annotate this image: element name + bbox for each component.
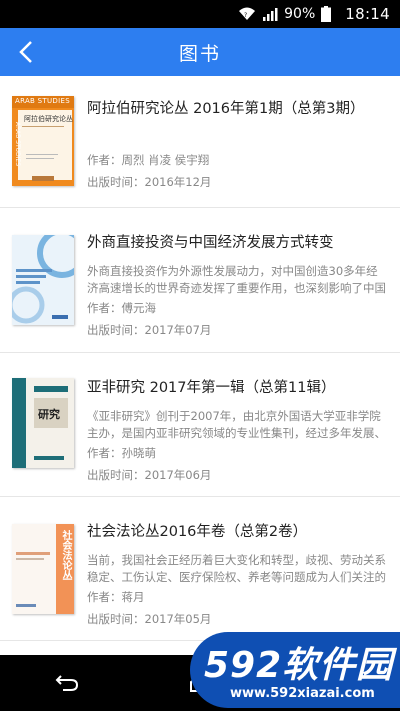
book-description: 外商直接投资作为外源性发展动力，对中国创造30多年经济高速增长的世界奇迹发挥了重… xyxy=(87,264,386,295)
back-button[interactable] xyxy=(10,36,42,68)
clock: 18:14 xyxy=(345,5,390,23)
status-bar: ? 90% 18:14 xyxy=(0,0,400,28)
book-publish-time: 出版时间：2016年12月 xyxy=(87,175,212,189)
book-author: 作者：孙晓萌 xyxy=(87,446,156,460)
signal-icon xyxy=(262,7,278,21)
cover-art: 研究 xyxy=(12,378,74,468)
cover-title: 社会法论丛 xyxy=(60,530,71,580)
back-arrow-icon xyxy=(55,675,78,691)
book-description: 当前，我国社会正经历着巨大变化和转型，歧视、劳动关系稳定、工伤认定、医疗保险权、… xyxy=(87,553,386,584)
book-cover xyxy=(12,235,74,325)
back-nav-button[interactable] xyxy=(37,663,97,703)
list-item[interactable]: ARAB STUDIES 阿拉伯研究论丛 ARAB STUDIES 阿拉伯研究论… xyxy=(0,76,400,208)
book-cover: 研究 xyxy=(12,378,74,468)
svg-text:研究: 研究 xyxy=(38,407,60,421)
wifi-icon: ? xyxy=(238,7,256,21)
list-item[interactable]: 社会法论丛 社会法论丛2016年卷（总第2卷） 当前，我国社会正经历着巨大变化和… xyxy=(0,498,400,641)
cover-top-text: ARAB STUDIES xyxy=(15,97,70,105)
battery-icon xyxy=(321,6,332,22)
chevron-left-icon xyxy=(19,41,32,63)
battery-percent: 90% xyxy=(284,6,316,22)
book-publish-time: 出版时间：2017年06月 xyxy=(87,468,212,482)
cover-side-text: ARAB STUDIES xyxy=(14,122,21,167)
watermark-url: www.592xiazai.com xyxy=(230,686,375,701)
cover-title: 阿拉伯研究论丛 xyxy=(24,115,73,123)
book-title: 社会法论丛2016年卷（总第2卷） xyxy=(87,524,308,540)
book-title: 外商直接投资与中国经济发展方式转变 xyxy=(87,235,334,251)
book-author: 作者：傅元海 xyxy=(87,301,156,315)
book-author: 作者：周烈 肖凌 侯宇翔 xyxy=(87,153,210,167)
book-cover: 社会法论丛 xyxy=(12,524,74,614)
list-item[interactable]: 研究 亚非研究 2017年第一辑（总第11辑） 《亚非研究》创刊于2007年，由… xyxy=(0,354,400,497)
book-description: 《亚非研究》创刊于2007年，由北京外国语大学亚非学院主办，是国内亚非研究领域的… xyxy=(87,409,386,440)
book-title: 亚非研究 2017年第一辑（总第11辑） xyxy=(87,380,336,396)
app-header: 图书 xyxy=(0,28,400,76)
book-author: 作者：蒋月 xyxy=(87,590,145,604)
watermark-logo: 592软件园 www.592xiazai.com xyxy=(190,632,400,708)
book-list[interactable]: ARAB STUDIES 阿拉伯研究论丛 ARAB STUDIES 阿拉伯研究论… xyxy=(0,76,400,654)
book-publish-time: 出版时间：2017年05月 xyxy=(87,612,212,626)
list-item[interactable]: 外商直接投资与中国经济发展方式转变 外商直接投资作为外源性发展动力，对中国创造3… xyxy=(0,209,400,353)
book-title: 阿拉伯研究论丛 2016年第1期（总第3期） xyxy=(87,101,365,117)
book-publish-time: 出版时间：2017年07月 xyxy=(87,323,212,337)
watermark-brand: 592软件园 xyxy=(204,645,394,686)
svg-text:?: ? xyxy=(244,12,247,19)
cover-art xyxy=(12,235,74,325)
page-title: 图书 xyxy=(178,42,221,65)
book-cover: ARAB STUDIES 阿拉伯研究论丛 ARAB STUDIES xyxy=(12,96,74,186)
